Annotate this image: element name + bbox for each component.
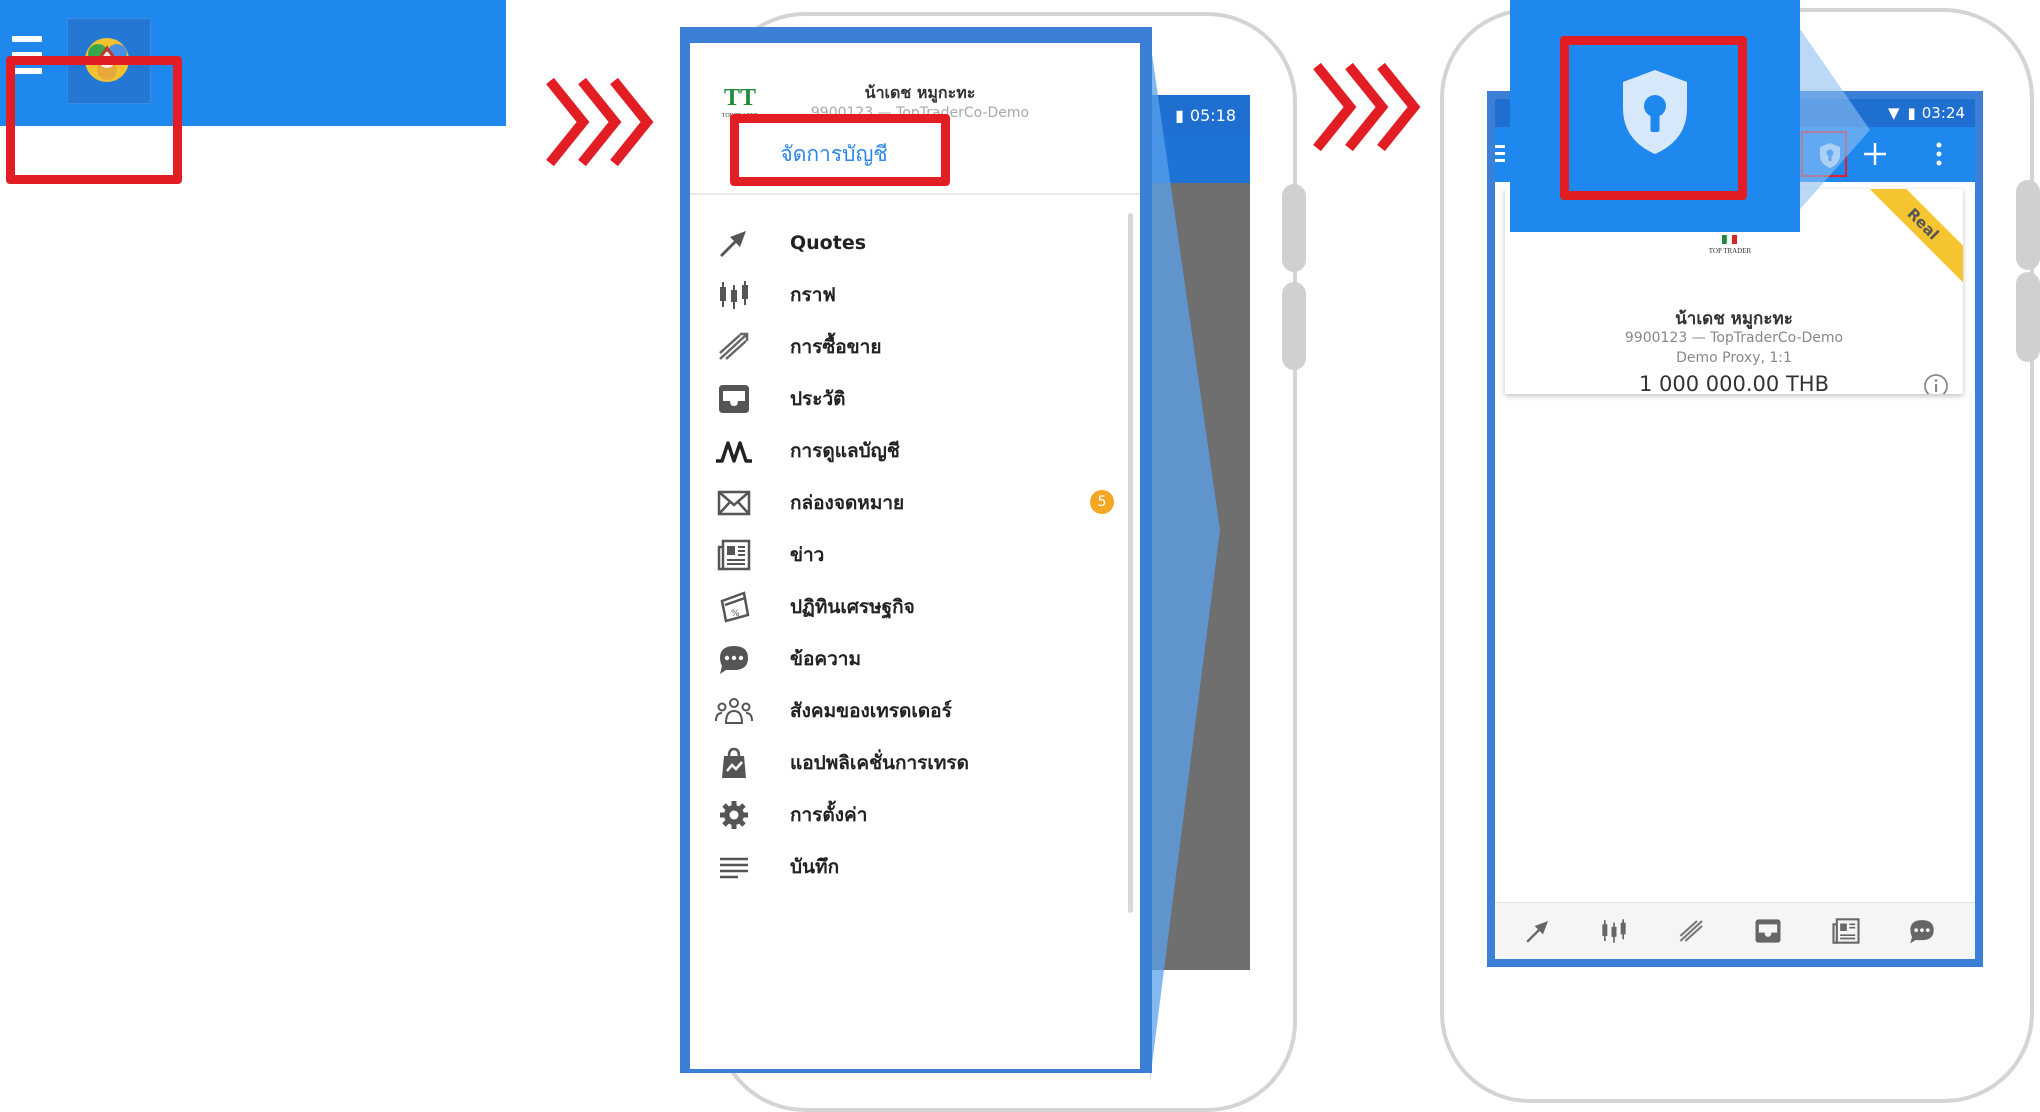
chat-icon[interactable] — [1907, 917, 1937, 945]
menu-item-community[interactable]: สังคมของเทรดเดอร์ — [690, 683, 1130, 739]
info-icon[interactable] — [1923, 373, 1949, 394]
history-icon[interactable] — [1753, 917, 1783, 945]
status-time: 03:24 — [1921, 104, 1965, 122]
phone-side-button — [2016, 180, 2040, 270]
history-icon — [712, 379, 756, 419]
menu-item-mailbox[interactable]: กล่องจดหมาย 5 — [690, 475, 1130, 531]
settings-icon — [712, 795, 756, 835]
trading-apps-icon — [712, 743, 756, 783]
svg-text:TOP TRADER: TOP TRADER — [1709, 247, 1752, 255]
journal-icon — [712, 847, 756, 887]
highlight-box — [1560, 36, 1747, 200]
news-icon[interactable] — [1831, 917, 1861, 945]
menu-item-label: กล่องจดหมาย — [790, 492, 905, 514]
menu-item-account-monitoring[interactable]: การดูแลบัญชี — [690, 423, 1130, 479]
menu-item-label: แอปพลิเคชั่นการเทรด — [790, 752, 969, 774]
menu-item-settings[interactable]: การตั้งค่า — [690, 787, 1130, 843]
phone-side-button — [1282, 282, 1306, 370]
phone-side-button — [2016, 272, 2040, 362]
menu-item-quotes[interactable]: Quotes — [690, 215, 1130, 271]
svg-text:TT: TT — [724, 85, 756, 111]
menu-item-label: Quotes — [790, 232, 867, 254]
hamburger-icon[interactable] — [1495, 145, 1505, 162]
chart-icon — [712, 275, 756, 315]
menu-item-trade[interactable]: การซื้อขาย — [690, 319, 1130, 375]
menu-item-label: ปฏิทินเศรษฐกิจ — [790, 596, 915, 618]
phone-side-button — [1282, 184, 1306, 272]
unread-badge: 5 — [1090, 490, 1114, 514]
mailbox-icon — [712, 483, 756, 523]
navigation-drawer: TT TOP TRADER น้าเดช หมูกะทะ 9900123 — T… — [690, 43, 1140, 1069]
menu-item-news[interactable]: ข่าว — [690, 527, 1130, 583]
svg-text:%: % — [731, 609, 740, 619]
highlight-box — [730, 114, 950, 186]
account-monitoring-icon — [712, 431, 756, 471]
next-step-arrows — [546, 77, 654, 167]
balance: 1 000 000.00 THB — [1639, 372, 1829, 394]
menu-item-trading-apps[interactable]: แอปพลิเคชั่นการเทรด — [690, 735, 1130, 791]
user-name: น้าเดช หมูกะทะ — [1675, 309, 1793, 329]
chart-icon[interactable] — [1599, 917, 1629, 945]
next-step-arrows — [1313, 62, 1421, 152]
menu-item-label: ข่าว — [790, 544, 825, 566]
menu-item-label: บันทึก — [790, 856, 840, 878]
menu-item-label: ประวัติ — [790, 388, 846, 410]
menu-item-journal[interactable]: บันทึก — [690, 839, 1130, 895]
highlight-box — [6, 56, 182, 184]
menu-item-label: การซื้อขาย — [790, 336, 882, 358]
menu-item-label: การตั้งค่า — [790, 804, 868, 826]
divider — [690, 193, 1140, 195]
quotes-icon — [712, 223, 756, 263]
account-info: 9900123 — TopTraderCo-Demo — [1624, 330, 1844, 346]
server-info: Demo Proxy, 1:1 — [1676, 350, 1792, 366]
menu-item-calendar[interactable]: % ปฏิทินเศรษฐกิจ — [690, 579, 1130, 635]
menu-item-label: กราฟ — [790, 284, 836, 306]
more-icon[interactable] — [1935, 141, 1943, 167]
menu-item-label: สังคมของเทรดเดอร์ — [790, 700, 952, 722]
quotes-icon[interactable] — [1523, 917, 1553, 945]
broker-logo: TOP TRADER — [1709, 234, 1752, 255]
trade-icon — [712, 327, 756, 367]
battery-icon: ▮ — [1907, 104, 1916, 122]
news-icon — [712, 535, 756, 575]
calendar-icon: % — [712, 587, 756, 627]
menu-item-chat[interactable]: ข้อความ — [690, 631, 1130, 687]
user-name: น้าเดช หมูกะทะ — [864, 83, 976, 102]
trade-icon[interactable] — [1677, 917, 1707, 945]
bottom-navigation — [1495, 902, 1975, 959]
wifi-icon: ▼ — [1887, 104, 1900, 122]
chat-icon — [712, 639, 756, 679]
menu-item-chart[interactable]: กราฟ — [690, 267, 1130, 323]
community-icon — [712, 691, 756, 731]
menu-item-label: ข้อความ — [790, 648, 861, 670]
menu-item-history[interactable]: ประวัติ — [690, 371, 1130, 427]
zoom-beam — [1150, 40, 1220, 1080]
menu-item-label: การดูแลบัญชี — [790, 440, 900, 462]
